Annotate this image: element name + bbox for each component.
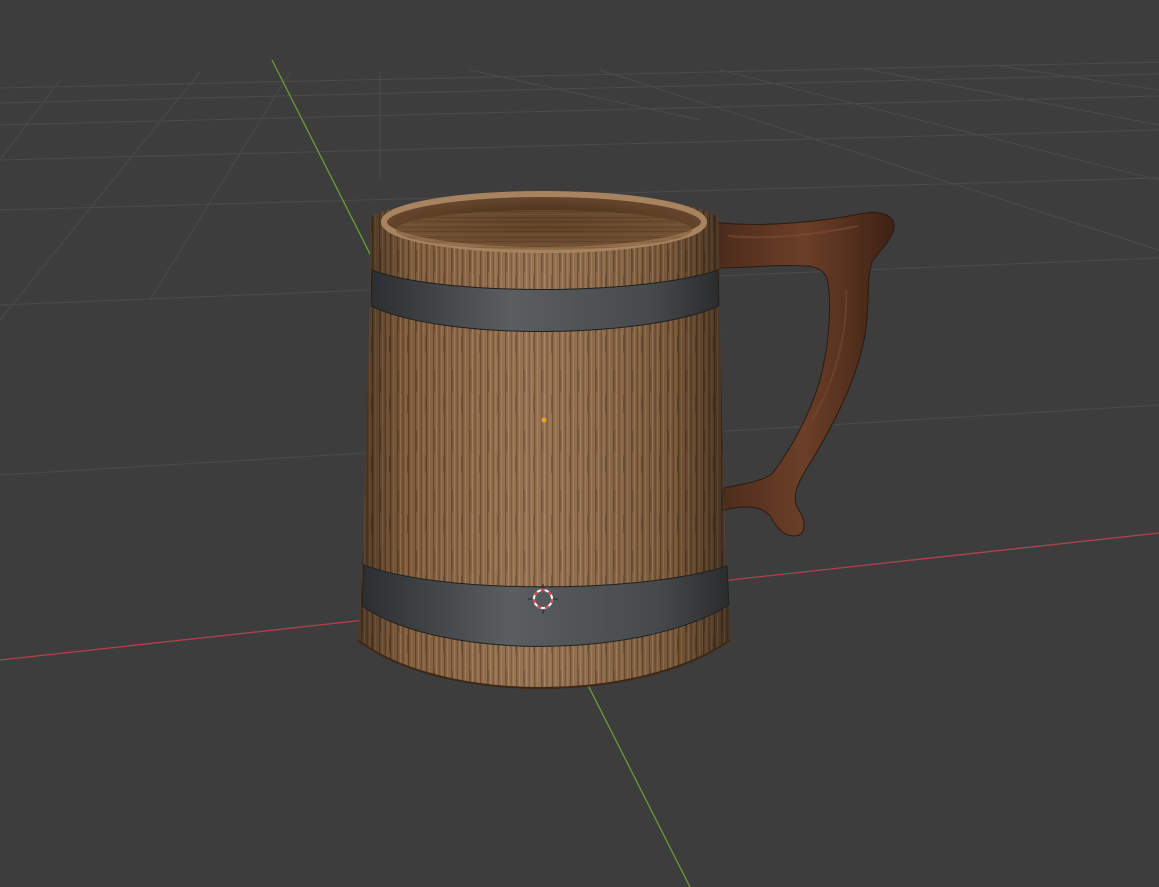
3d-viewport[interactable] bbox=[0, 0, 1159, 887]
viewport-canvas[interactable] bbox=[0, 0, 1159, 887]
object-origin-dot bbox=[541, 417, 547, 423]
